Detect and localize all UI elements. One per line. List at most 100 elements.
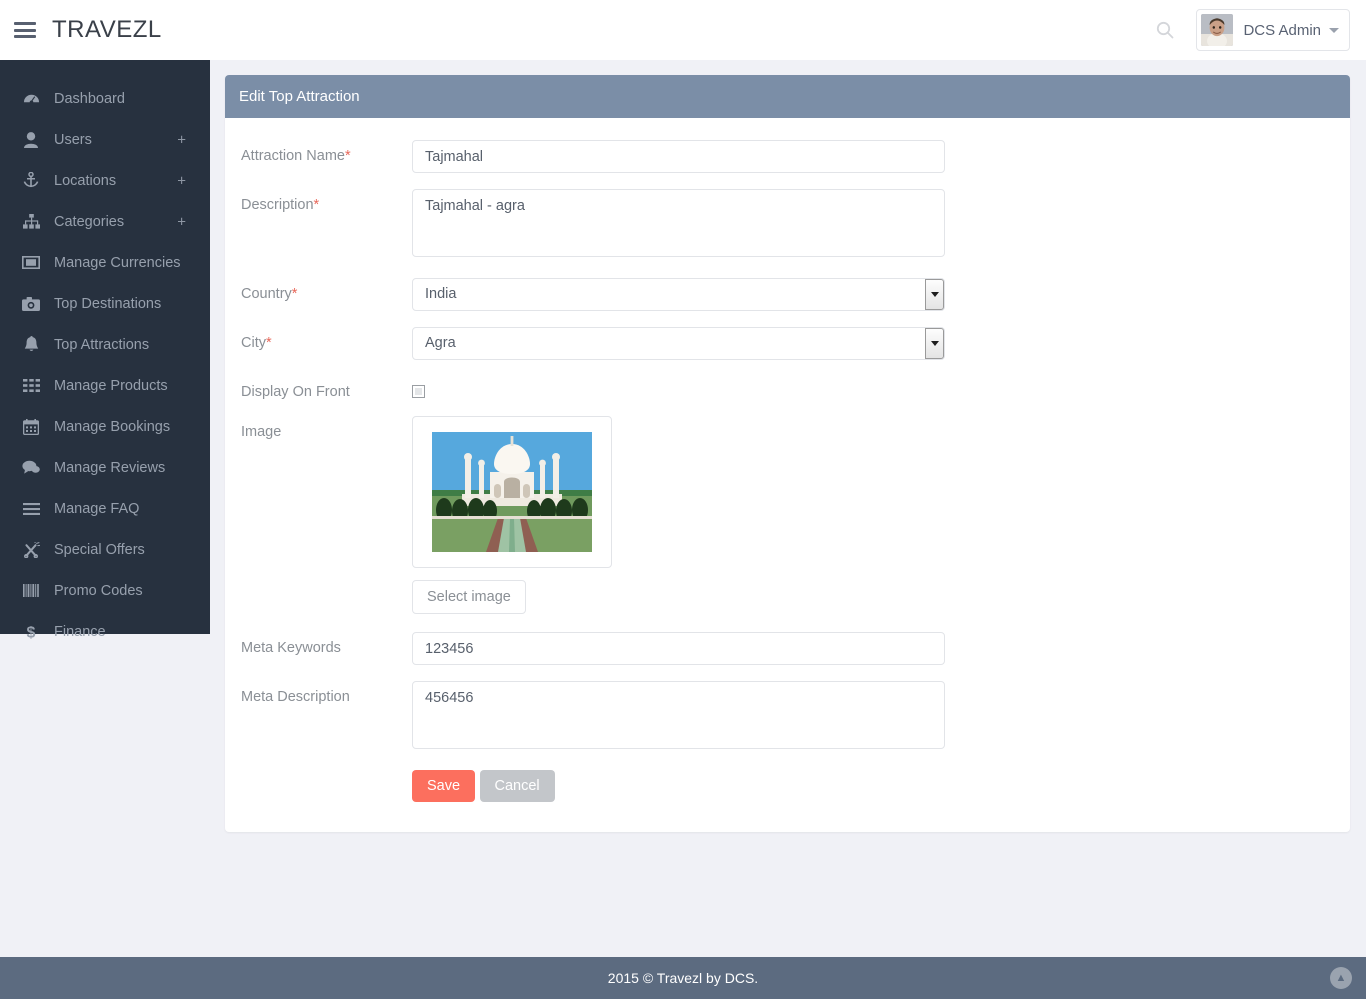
- chevron-up-icon[interactable]: ▲: [1330, 967, 1352, 989]
- sidebar-item-special-offers[interactable]: Special Offers: [0, 529, 210, 570]
- sidebar-item-categories[interactable]: Categories +: [0, 201, 210, 242]
- form-row-meta-keywords: Meta Keywords: [225, 632, 1350, 665]
- meta-description-textarea[interactable]: [412, 681, 945, 749]
- label-text: Country: [241, 286, 292, 302]
- form-row-attraction-name: Attraction Name*: [225, 140, 1350, 173]
- chevron-down-icon[interactable]: [925, 328, 944, 359]
- city-label: City*: [225, 327, 412, 351]
- sidebar-item-label: Manage Products: [54, 377, 168, 394]
- sidebar-item-users[interactable]: Users +: [0, 119, 210, 160]
- display-on-front-control: [412, 376, 945, 398]
- display-on-front-checkbox[interactable]: [412, 385, 425, 398]
- sidebar-item-label: Promo Codes: [54, 582, 143, 599]
- meta-description-label: Meta Description: [241, 689, 350, 705]
- sidebar-item-manage-products[interactable]: Manage Products: [0, 365, 210, 406]
- svg-text:$: $: [27, 624, 36, 640]
- footer-copyright: 2015 © Travezl by DCS.: [607, 970, 759, 986]
- country-selected-value: India: [425, 286, 457, 302]
- edit-top-attraction-panel: Edit Top Attraction Attraction Name* Des…: [225, 75, 1350, 832]
- main-content: Edit Top Attraction Attraction Name* Des…: [210, 60, 1366, 999]
- sidebar-item-dashboard[interactable]: Dashboard: [0, 78, 210, 119]
- attraction-name-label: Attraction Name*: [225, 140, 412, 164]
- search-icon[interactable]: [1150, 15, 1180, 45]
- city-control: Agra: [412, 327, 945, 360]
- sidebar-item-label: Finance: [54, 623, 106, 640]
- form-row-description: Description*: [225, 189, 1350, 262]
- actions-control: Save Cancel: [412, 770, 945, 802]
- meta-description-control: [412, 681, 945, 754]
- city-selected-value: Agra: [425, 335, 456, 351]
- country-label: Country*: [225, 278, 412, 302]
- sidebar-item-top-attractions[interactable]: Top Attractions: [0, 324, 210, 365]
- required-marker: *: [291, 286, 298, 302]
- sidebar-item-label: Special Offers: [54, 541, 145, 558]
- country-select[interactable]: India: [412, 278, 945, 311]
- meta-keywords-label: Meta Keywords: [241, 640, 341, 656]
- meta-keywords-control: [412, 632, 945, 665]
- chevron-down-icon[interactable]: [925, 279, 944, 310]
- sidebar-item-manage-bookings[interactable]: Manage Bookings: [0, 406, 210, 447]
- expand-icon[interactable]: +: [177, 132, 186, 147]
- image-label: Image: [241, 424, 282, 440]
- label-text: City: [241, 335, 266, 351]
- navbar-right: DCS Admin: [1150, 9, 1366, 51]
- user-icon: [20, 131, 42, 148]
- calendar-icon: [20, 418, 42, 435]
- bell-icon: [20, 336, 42, 353]
- sidebar-item-finance[interactable]: $ Finance: [0, 611, 210, 652]
- sidebar-item-label: Manage FAQ: [54, 500, 140, 517]
- user-menu[interactable]: DCS Admin: [1196, 9, 1350, 51]
- sidebar-item-locations[interactable]: Locations +: [0, 160, 210, 201]
- sidebar-item-manage-reviews[interactable]: Manage Reviews: [0, 447, 210, 488]
- footer: 2015 © Travezl by DCS. ▲: [0, 957, 1366, 999]
- description-control: [412, 189, 945, 262]
- sidebar-item-label: Manage Currencies: [54, 254, 181, 271]
- barcode-icon: [20, 584, 42, 597]
- sidebar-item-label: Manage Bookings: [54, 418, 171, 435]
- sidebar-item-manage-faq[interactable]: Manage FAQ: [0, 488, 210, 529]
- sidebar-item-label: Top Destinations: [54, 295, 162, 312]
- label-text: Description: [241, 197, 314, 213]
- dashboard-icon: [20, 90, 42, 107]
- sidebar-item-label: Users: [54, 131, 92, 148]
- label-text: Attraction Name: [241, 148, 345, 164]
- comments-icon: [20, 460, 42, 475]
- display-on-front-label: Display On Front: [241, 384, 350, 400]
- required-marker: *: [265, 335, 272, 351]
- list-icon: [20, 502, 42, 515]
- form-row-city: City* Agra: [225, 327, 1350, 360]
- meta-keywords-input[interactable]: [412, 632, 945, 665]
- attraction-name-input[interactable]: [412, 140, 945, 173]
- form-row-meta-description: Meta Description: [225, 681, 1350, 754]
- expand-icon[interactable]: +: [177, 173, 186, 188]
- description-label: Description*: [225, 189, 412, 213]
- sidebar-item-manage-currencies[interactable]: Manage Currencies: [0, 242, 210, 283]
- sidebar-item-label: Categories: [54, 213, 125, 230]
- hamburger-icon[interactable]: [14, 22, 36, 38]
- sidebar-item-promo-codes[interactable]: Promo Codes: [0, 570, 210, 611]
- city-select[interactable]: Agra: [412, 327, 945, 360]
- brand-logo[interactable]: TRAVEZL: [52, 16, 162, 44]
- required-marker: *: [344, 148, 351, 164]
- user-name: DCS Admin: [1243, 21, 1321, 39]
- attraction-name-control: [412, 140, 945, 173]
- sidebar-item-label: Locations: [54, 172, 117, 189]
- select-image-button[interactable]: Select image: [412, 580, 526, 614]
- form-row-image: Image Select image: [225, 416, 1350, 614]
- expand-icon[interactable]: +: [177, 214, 186, 229]
- tag-cut-icon: [20, 541, 42, 558]
- actions-spacer: [225, 770, 412, 778]
- image-control: Select image: [412, 416, 945, 614]
- form-row-country: Country* India: [225, 278, 1350, 311]
- save-button[interactable]: Save: [412, 770, 476, 802]
- anchor-icon: [20, 172, 42, 189]
- dollar-icon: $: [20, 623, 42, 640]
- panel-title: Edit Top Attraction: [225, 75, 1350, 118]
- grid-icon: [20, 379, 42, 392]
- sidebar-item-top-destinations[interactable]: Top Destinations: [0, 283, 210, 324]
- sitemap-icon: [20, 214, 42, 229]
- cancel-button[interactable]: Cancel: [479, 770, 555, 802]
- taj-mahal-thumbnail: [432, 432, 592, 552]
- description-textarea[interactable]: [412, 189, 945, 257]
- chevron-down-icon: [1329, 27, 1339, 33]
